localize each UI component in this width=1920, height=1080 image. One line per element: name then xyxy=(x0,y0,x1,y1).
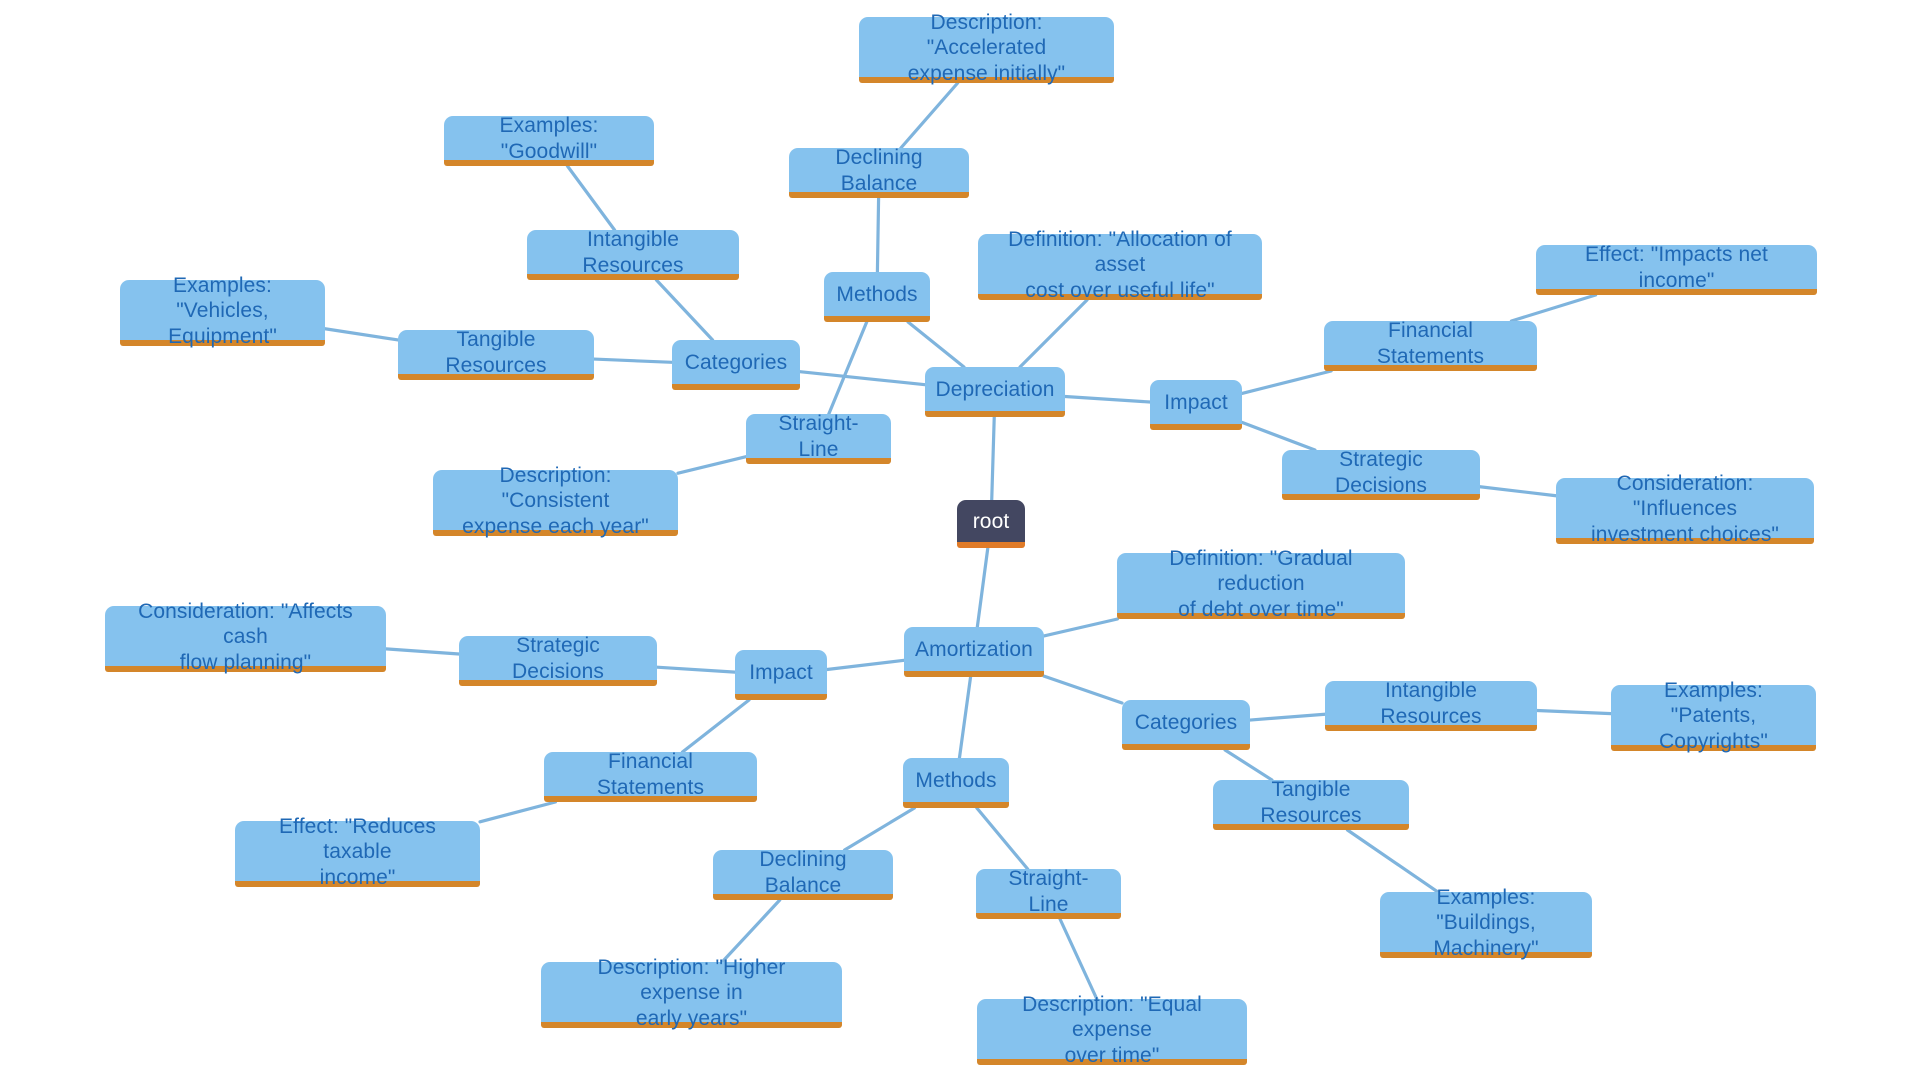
mindmap-node-amo_straight_line[interactable]: Straight-Line xyxy=(976,867,1121,919)
mindmap-node-amo_categories[interactable]: Categories xyxy=(1122,700,1250,750)
mindmap-edge-depreciation-to-dep_definition xyxy=(1018,298,1089,369)
mindmap-edge-dep_categories-to-dep_intangible xyxy=(654,278,715,342)
mindmap-node-dep_financial_statements[interactable]: Financial Statements xyxy=(1324,319,1537,371)
mindmap-node-dep_strategic_consideration[interactable]: Consideration: "Influences investment ch… xyxy=(1556,472,1814,546)
mindmap-edge-amortization-to-amo_categories xyxy=(1042,674,1124,705)
mindmap-node-amortization[interactable]: Amortization xyxy=(904,627,1044,677)
mindmap-edge-amo_straight_line-to-amo_straight_desc xyxy=(1058,917,1099,1001)
mindmap-edge-amo_methods-to-amo_straight_line xyxy=(975,806,1030,871)
mindmap-node-depreciation[interactable]: Depreciation xyxy=(925,367,1065,417)
mindmap-edge-dep_methods-to-dep_straight_line xyxy=(827,320,869,416)
mindmap-node-dep_straight_line[interactable]: Straight-Line xyxy=(746,412,891,464)
mindmap-node-amo_strategic_consideration[interactable]: Consideration: "Affects cash flow planni… xyxy=(105,600,386,674)
mindmap-edge-amo_declining_balance-to-amo_declining_desc xyxy=(720,898,782,964)
mindmap-edge-dep_financial_statements-to-dep_fs_effect xyxy=(1509,293,1598,323)
mindmap-node-amo_financial_statements[interactable]: Financial Statements xyxy=(544,750,757,802)
mindmap-node-amo_strategic[interactable]: Strategic Decisions xyxy=(459,634,657,686)
mindmap-edge-amo_methods-to-amo_declining_balance xyxy=(842,806,917,852)
mindmap-node-amo_intangible_examples[interactable]: Examples: "Patents, Copyrights" xyxy=(1611,679,1816,753)
mindmap-node-dep_definition[interactable]: Definition: "Allocation of asset cost ov… xyxy=(978,228,1262,302)
mindmap-node-dep_intangible_examples[interactable]: Examples: "Goodwill" xyxy=(444,114,654,166)
mindmap-edge-amo_impact-to-amo_financial_statements xyxy=(680,698,751,754)
mindmap-node-amo_straight_desc[interactable]: Description: "Equal expense over time" xyxy=(977,993,1247,1067)
mindmap-node-amo_fs_effect[interactable]: Effect: "Reduces taxable income" xyxy=(235,815,480,889)
mindmap-node-dep_tangible_examples[interactable]: Examples: "Vehicles, Equipment" xyxy=(120,274,325,348)
mindmap-edge-dep_categories-to-dep_tangible xyxy=(592,357,674,364)
mindmap-node-dep_declining_desc[interactable]: Description: "Accelerated expense initia… xyxy=(859,11,1114,85)
mindmap-edge-amortization-to-amo_definition xyxy=(1042,617,1120,638)
mindmap-node-dep_impact[interactable]: Impact xyxy=(1150,380,1242,430)
mindmap-edge-depreciation-to-dep_methods xyxy=(906,320,966,369)
mindmap-edge-depreciation-to-dep_categories xyxy=(798,370,927,387)
mindmap-node-dep_categories[interactable]: Categories xyxy=(672,340,800,390)
mindmap-edge-root-to-amortization xyxy=(975,546,990,629)
mindmap-edge-dep_intangible-to-dep_intangible_examples xyxy=(565,164,617,232)
mindmap-edge-amo_intangible-to-amo_intangible_examples xyxy=(1535,708,1613,716)
mindmap-edge-amo_strategic-to-amo_strategic_consideration xyxy=(384,647,461,656)
mindmap-node-dep_methods[interactable]: Methods xyxy=(824,272,930,322)
mindmap-node-amo_tangible[interactable]: Tangible Resources xyxy=(1213,778,1409,830)
mindmap-node-dep_declining_balance[interactable]: Declining Balance xyxy=(789,146,969,198)
mindmap-edge-amortization-to-amo_methods xyxy=(957,675,973,760)
mindmap-node-dep_strategic[interactable]: Strategic Decisions xyxy=(1282,448,1480,500)
mindmap-canvas: root Depreciation Definition: "Allocation … xyxy=(0,0,1920,1080)
mindmap-edge-amortization-to-amo_impact xyxy=(825,658,906,672)
mindmap-edge-amo_impact-to-amo_strategic xyxy=(655,665,737,674)
mindmap-node-root[interactable]: root xyxy=(957,500,1025,548)
mindmap-node-amo_declining_balance[interactable]: Declining Balance xyxy=(713,848,893,900)
mindmap-edge-dep_tangible-to-dep_tangible_examples xyxy=(323,327,400,342)
mindmap-node-dep_straight_desc[interactable]: Description: "Consistent expense each ye… xyxy=(433,464,678,538)
mindmap-node-amo_methods[interactable]: Methods xyxy=(903,758,1009,808)
mindmap-edge-root-to-depreciation xyxy=(990,415,996,502)
mindmap-edge-amo_categories-to-amo_intangible xyxy=(1248,712,1327,722)
mindmap-node-amo_intangible[interactable]: Intangible Resources xyxy=(1325,679,1537,731)
mindmap-edge-dep_impact-to-dep_financial_statements xyxy=(1240,369,1333,396)
mindmap-edge-dep_declining_balance-to-dep_declining_desc xyxy=(899,81,960,150)
mindmap-node-dep_intangible[interactable]: Intangible Resources xyxy=(527,228,739,280)
mindmap-node-amo_impact[interactable]: Impact xyxy=(735,650,827,700)
mindmap-edge-depreciation-to-dep_impact xyxy=(1063,394,1152,404)
mindmap-edge-dep_methods-to-dep_declining_balance xyxy=(875,196,881,274)
mindmap-node-dep_fs_effect[interactable]: Effect: "Impacts net income" xyxy=(1536,243,1817,295)
mindmap-node-amo_declining_desc[interactable]: Description: "Higher expense in early ye… xyxy=(541,956,842,1030)
mindmap-edge-amo_financial_statements-to-amo_fs_effect xyxy=(478,800,557,824)
mindmap-edge-dep_strategic-to-dep_strategic_consideration xyxy=(1478,485,1558,498)
mindmap-edge-dep_straight_line-to-dep_straight_desc xyxy=(676,455,748,475)
mindmap-edge-amo_tangible-to-amo_tangible_examples xyxy=(1345,828,1440,894)
mindmap-edge-amo_categories-to-amo_tangible xyxy=(1223,748,1274,782)
mindmap-node-dep_tangible[interactable]: Tangible Resources xyxy=(398,328,594,380)
mindmap-node-amo_definition[interactable]: Definition: "Gradual reduction of debt o… xyxy=(1117,547,1405,621)
mindmap-edge-dep_impact-to-dep_strategic xyxy=(1240,420,1317,452)
mindmap-node-amo_tangible_examples[interactable]: Examples: "Buildings, Machinery" xyxy=(1380,886,1592,960)
